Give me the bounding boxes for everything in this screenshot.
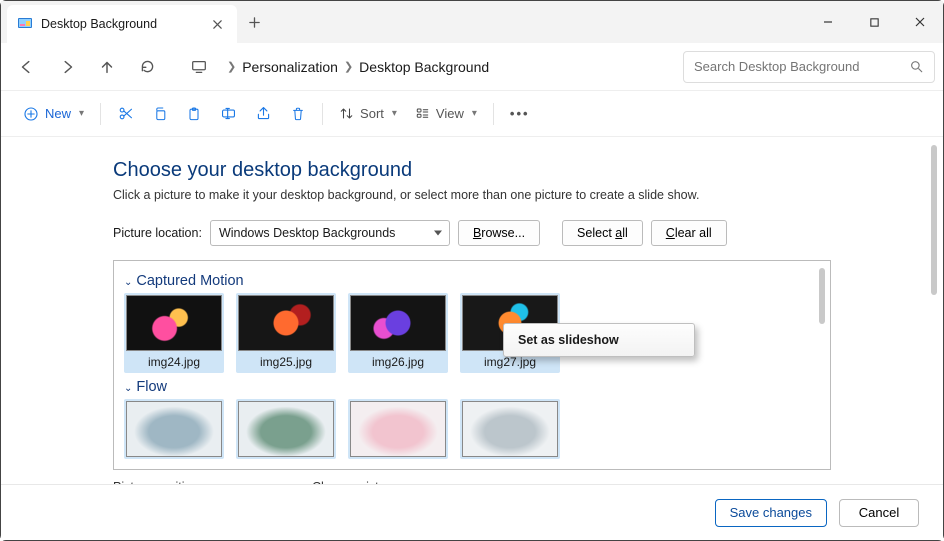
maximize-button[interactable]: [851, 1, 897, 43]
copy-button[interactable]: [144, 98, 176, 130]
sort-icon: [339, 106, 354, 121]
this-pc-icon[interactable]: [181, 49, 217, 85]
tab-close-button[interactable]: [209, 16, 225, 32]
close-window-button[interactable]: [897, 1, 943, 43]
save-changes-button[interactable]: Save changes: [715, 499, 827, 527]
up-button[interactable]: [89, 49, 125, 85]
new-label: New: [45, 106, 71, 121]
page-description: Click a picture to make it your desktop …: [113, 188, 831, 202]
share-button[interactable]: [247, 98, 280, 130]
window-controls: [805, 1, 943, 43]
chevron-down-icon: ⌄: [124, 277, 132, 288]
breadcrumb-item[interactable]: Personalization: [242, 59, 338, 75]
thumbnail-caption: img24.jpg: [126, 351, 222, 371]
copy-icon: [152, 106, 168, 122]
toolbar-divider: [493, 103, 494, 125]
picture-location-value: Windows Desktop Backgrounds: [219, 226, 395, 240]
thumbnail-caption: img26.jpg: [350, 351, 446, 371]
wallpaper-thumbnail[interactable]: [124, 399, 224, 459]
title-bar: Desktop Background: [1, 1, 943, 43]
tab-favicon-icon: [17, 16, 33, 32]
toolbar-divider: [322, 103, 323, 125]
select-all-button[interactable]: Select all: [562, 220, 643, 246]
clipboard-icon: [186, 106, 202, 122]
delete-button[interactable]: [282, 98, 314, 130]
view-button[interactable]: View ▾: [407, 98, 485, 130]
search-box[interactable]: [683, 51, 935, 83]
picture-location-label: Picture location:: [113, 226, 202, 240]
rename-icon: [220, 105, 237, 122]
thumbnail-caption: img25.jpg: [238, 351, 334, 371]
navigation-bar: ❯ Personalization ❯ Desktop Background: [1, 43, 943, 91]
chevron-down-icon: ▾: [472, 108, 477, 119]
new-tab-button[interactable]: [237, 1, 271, 43]
chevron-right-icon: ❯: [227, 60, 236, 73]
picture-location-row: Picture location: Windows Desktop Backgr…: [113, 220, 831, 246]
back-button[interactable]: [9, 49, 45, 85]
search-icon: [909, 59, 924, 74]
breadcrumb: ❯ Personalization ❯ Desktop Background: [221, 59, 679, 75]
chevron-right-icon: ❯: [344, 60, 353, 73]
dialog-footer: Save changes Cancel: [1, 484, 943, 540]
command-bar: New ▾ Sort ▾ View ▾ •••: [1, 91, 943, 137]
group-header-flow[interactable]: ⌄ Flow: [124, 373, 820, 399]
sort-button[interactable]: Sort ▾: [331, 98, 405, 130]
cut-button[interactable]: [109, 98, 142, 130]
view-label: View: [436, 106, 464, 121]
wallpaper-thumbnail[interactable]: [460, 399, 560, 459]
thumbnail-row: [124, 399, 820, 459]
rename-button[interactable]: [212, 98, 245, 130]
wallpaper-thumbnail[interactable]: [236, 399, 336, 459]
trash-icon: [290, 106, 306, 122]
ellipsis-icon: •••: [510, 106, 530, 121]
picture-location-select[interactable]: Windows Desktop Backgrounds: [210, 220, 450, 246]
refresh-button[interactable]: [129, 49, 165, 85]
context-menu-item-set-slideshow[interactable]: Set as slideshow: [506, 329, 692, 351]
content-scrollbar[interactable]: [927, 137, 941, 484]
share-icon: [255, 105, 272, 122]
wallpaper-thumbnail[interactable]: img25.jpg: [236, 293, 336, 373]
sort-label: Sort: [360, 106, 384, 121]
browse-button[interactable]: Browse...: [458, 220, 540, 246]
wallpaper-gallery: ⌄ Captured Motion img24.jpg img25.jpg im…: [113, 260, 831, 470]
chevron-down-icon: ⌄: [124, 383, 132, 394]
new-button[interactable]: New ▾: [15, 98, 92, 130]
paste-button[interactable]: [178, 98, 210, 130]
wallpaper-thumbnail[interactable]: img24.jpg: [124, 293, 224, 373]
group-name: Flow: [136, 379, 167, 395]
context-menu: Set as slideshow: [503, 323, 695, 357]
scissors-icon: [117, 105, 134, 122]
content-area: Choose your desktop background Click a p…: [1, 137, 943, 484]
wallpaper-thumbnail[interactable]: [348, 399, 448, 459]
tab-title: Desktop Background: [41, 17, 201, 31]
chevron-down-icon: ▾: [392, 108, 397, 119]
group-name: Captured Motion: [136, 273, 243, 289]
view-icon: [415, 106, 430, 121]
minimize-button[interactable]: [805, 1, 851, 43]
chevron-down-icon: ▾: [79, 108, 84, 119]
clear-all-button[interactable]: Clear all: [651, 220, 727, 246]
more-button[interactable]: •••: [502, 98, 538, 130]
toolbar-divider: [100, 103, 101, 125]
breadcrumb-item[interactable]: Desktop Background: [359, 59, 489, 75]
search-input[interactable]: [694, 59, 901, 74]
browser-tab[interactable]: Desktop Background: [7, 5, 237, 43]
gallery-scrollbar[interactable]: [815, 262, 829, 468]
cancel-button[interactable]: Cancel: [839, 499, 919, 527]
forward-button[interactable]: [49, 49, 85, 85]
page-title: Choose your desktop background: [113, 159, 831, 182]
thumbnail-row: img24.jpg img25.jpg img26.jpg img27.jpg: [124, 293, 820, 373]
group-header-captured-motion[interactable]: ⌄ Captured Motion: [124, 267, 820, 293]
plus-circle-icon: [23, 106, 39, 122]
wallpaper-thumbnail[interactable]: img26.jpg: [348, 293, 448, 373]
